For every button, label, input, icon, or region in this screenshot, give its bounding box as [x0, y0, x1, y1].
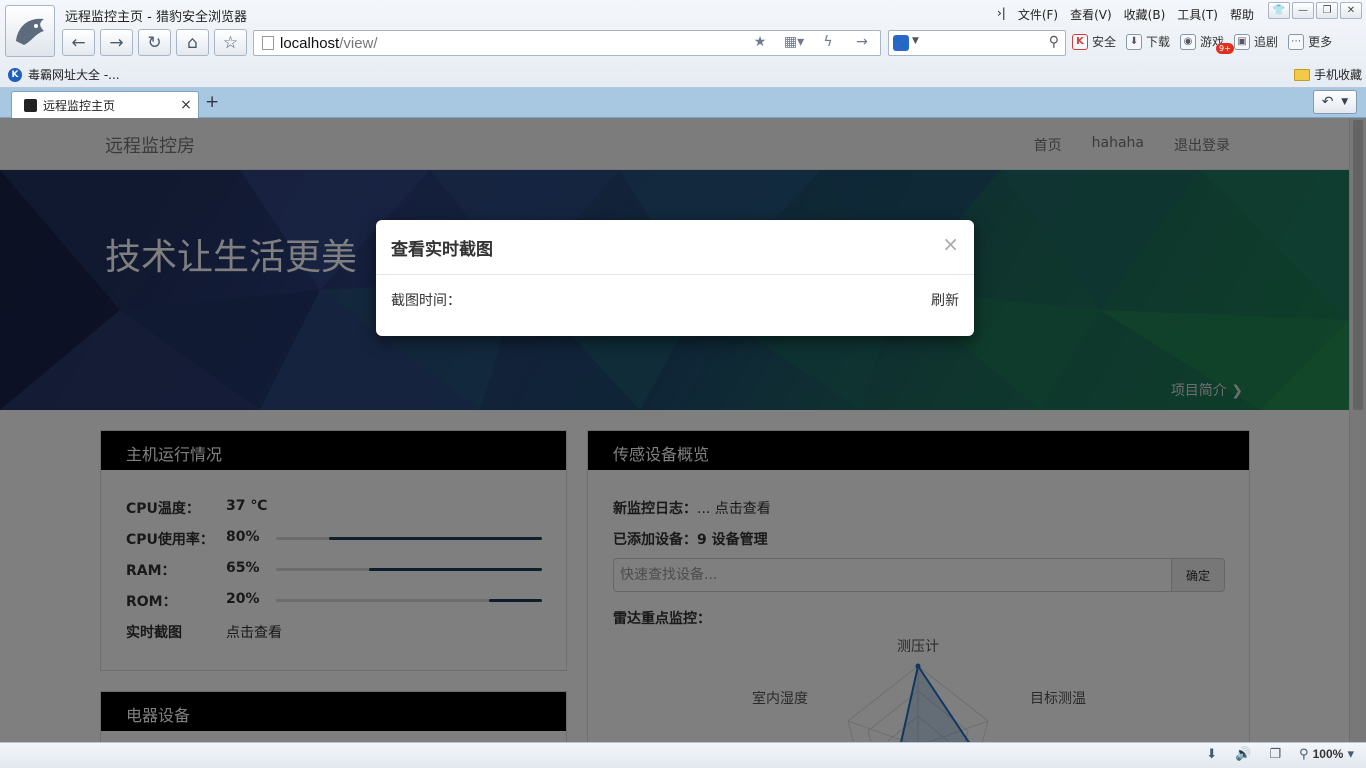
- new-tab-icon[interactable]: +: [205, 92, 219, 112]
- menu-help[interactable]: 帮助: [1230, 6, 1254, 23]
- shield-k-icon: K: [1072, 33, 1088, 50]
- reload-icon: ↻: [147, 32, 162, 53]
- tab-favicon-icon: [24, 98, 37, 112]
- forward-button[interactable]: →: [100, 29, 133, 56]
- close-window-button[interactable]: ✕: [1340, 2, 1362, 19]
- page-viewport: 远程监控房 首页 hahaha 退出登录 技术让生活更美: [0, 118, 1366, 742]
- modal-header: 查看实时截图 ×: [376, 220, 974, 275]
- download-icon: ⬇: [1126, 33, 1143, 50]
- search-box[interactable]: 🐾 ▼ ⚲: [888, 30, 1066, 56]
- menu-favorites[interactable]: 收藏(B): [1124, 6, 1166, 23]
- modal-backdrop[interactable]: 查看实时截图 × 截图时间： 刷新: [0, 118, 1366, 742]
- modal-body: 截图时间： 刷新: [376, 275, 974, 325]
- download-button[interactable]: ⬇ 下载: [1126, 33, 1170, 50]
- window-mode-icon[interactable]: ❐: [1269, 747, 1281, 762]
- bookmark-duba[interactable]: K 毒霸网址大全 -...: [8, 66, 120, 83]
- zoom-icon: ⚲: [1298, 747, 1313, 762]
- security-button[interactable]: K 安全: [1072, 33, 1116, 50]
- back-button[interactable]: ←: [62, 29, 95, 56]
- home-icon: ⌂: [187, 32, 198, 53]
- chevron-down-icon[interactable]: ▼: [912, 36, 919, 46]
- zoom-level: 100%: [1312, 747, 1344, 761]
- folder-icon: [1293, 68, 1310, 81]
- minimize-button[interactable]: —: [1292, 2, 1314, 19]
- arrow-left-icon: ←: [71, 32, 86, 53]
- screenshot-modal: 查看实时截图 × 截图时间： 刷新: [376, 220, 974, 336]
- page-icon: [262, 36, 274, 50]
- favorite-star-icon[interactable]: ★: [746, 34, 774, 50]
- restore-button[interactable]: ❐: [1316, 2, 1338, 19]
- bookmark-mobile-label: 手机收藏: [1313, 68, 1362, 82]
- k-logo-icon: K: [8, 67, 22, 82]
- status-icons: ⬇ 🔊 ❐ ⚲ 100% ▾: [1206, 747, 1354, 762]
- search-icon[interactable]: ⚲: [1049, 34, 1059, 50]
- url-path: /view/: [339, 34, 378, 52]
- menu-view[interactable]: 查看(V): [1070, 6, 1112, 23]
- games-badge: 9+: [1216, 43, 1234, 54]
- menu-tools[interactable]: 工具(T): [1177, 6, 1218, 23]
- tab-strip: 远程监控主页 × + ↶ ▼: [0, 88, 1366, 118]
- more-button[interactable]: ⋯ 更多: [1288, 33, 1332, 50]
- bookmark-button[interactable]: ☆: [214, 29, 247, 56]
- volume-icon[interactable]: 🔊: [1235, 747, 1251, 762]
- more-icon: ⋯: [1288, 33, 1305, 50]
- tab-remote-monitor[interactable]: 远程监控主页 ×: [11, 91, 199, 118]
- zoom-control[interactable]: ⚲ 100% ▾: [1299, 747, 1354, 762]
- window-controls: 👕 — ❐ ✕: [1268, 2, 1362, 19]
- tv-icon: ▣: [1234, 33, 1251, 50]
- modal-close-icon[interactable]: ×: [942, 232, 959, 256]
- browser-logo-icon[interactable]: [5, 5, 55, 57]
- bookmark-duba-label: 毒霸网址大全 -...: [28, 68, 120, 82]
- tab-title: 远程监控主页: [43, 98, 116, 113]
- games-button[interactable]: ◉ 游戏 9+: [1180, 33, 1234, 54]
- address-bar[interactable]: localhost/view/ ★ ▦▾ ϟ →: [253, 30, 881, 56]
- url-host: localhost: [280, 34, 340, 52]
- address-tools: ★ ▦▾ ϟ →: [746, 34, 876, 50]
- tab-close-icon[interactable]: ×: [178, 97, 194, 113]
- lightning-icon[interactable]: ϟ: [814, 34, 842, 50]
- home-button[interactable]: ⌂: [176, 29, 209, 56]
- bookmark-mobile-favorites[interactable]: 手机收藏: [1293, 66, 1362, 83]
- drama-button[interactable]: ▣ 追剧: [1234, 33, 1278, 50]
- browser-toolbar-area: 远程监控主页 - 猎豹安全浏览器 ›| 文件(F) 查看(V) 收藏(B) 工具…: [0, 0, 1366, 88]
- go-arrow-icon[interactable]: →: [848, 34, 876, 50]
- window-title: 远程监控主页 - 猎豹安全浏览器: [65, 10, 247, 25]
- bookmarks-bar: K 毒霸网址大全 -... 手机收藏: [0, 63, 1366, 85]
- download-label: 下载: [1146, 35, 1171, 49]
- reload-button[interactable]: ↻: [138, 29, 171, 56]
- toolbar-right: K 安全 ⬇ 下载 ◉ 游戏 9+ ▣ 追剧 ⋯ 更多: [1072, 33, 1332, 54]
- undo-icon: ↶: [1321, 94, 1334, 110]
- browser-status-bar: ⬇ 🔊 ❐ ⚲ 100% ▾: [0, 742, 1366, 768]
- arrow-right-icon: →: [109, 32, 124, 53]
- star-icon: ☆: [222, 32, 239, 53]
- modal-title: 查看实时截图: [391, 240, 493, 260]
- more-label: 更多: [1308, 35, 1333, 49]
- security-label: 安全: [1092, 35, 1117, 49]
- menu-file[interactable]: 文件(F): [1018, 6, 1058, 23]
- drama-label: 追剧: [1254, 35, 1279, 49]
- menu-bar: ›| 文件(F) 查看(V) 收藏(B) 工具(T) 帮助: [997, 6, 1254, 23]
- refresh-link[interactable]: 刷新: [931, 290, 959, 310]
- undo-closed-tab-button[interactable]: ↶ ▼: [1313, 90, 1357, 114]
- search-engine-icon[interactable]: 🐾: [893, 35, 909, 51]
- sidebar-toggle-icon[interactable]: ›|: [997, 6, 1006, 23]
- screenshot-time-label: 截图时间：: [391, 293, 461, 309]
- skin-icon[interactable]: 👕: [1268, 2, 1290, 19]
- chevron-down-icon: ▼: [1341, 97, 1349, 107]
- gamepad-icon: ◉: [1180, 33, 1197, 50]
- qr-code-icon[interactable]: ▦▾: [780, 34, 808, 50]
- download-status-icon[interactable]: ⬇: [1206, 747, 1217, 762]
